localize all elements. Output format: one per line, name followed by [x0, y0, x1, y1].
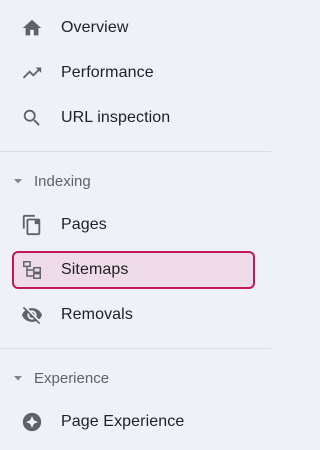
divider	[0, 348, 271, 349]
section-header-experience[interactable]: Experience	[0, 363, 271, 393]
search-icon	[21, 107, 43, 129]
pages-icon	[21, 214, 43, 236]
sidebar-item-label: Performance	[61, 64, 154, 81]
sidebar-item-performance[interactable]: Performance	[0, 53, 271, 93]
sidebar-item-removals[interactable]: Removals	[0, 295, 271, 335]
sidebar-item-label: Sitemaps	[61, 261, 129, 278]
sidebar-item-overview[interactable]: Overview	[0, 8, 271, 48]
sidebar-item-label: Overview	[61, 19, 129, 36]
home-icon	[21, 17, 43, 39]
trending-up-icon	[21, 62, 43, 84]
sidebar-item-sitemaps[interactable]: Sitemaps	[0, 250, 271, 290]
caret-down-icon	[12, 175, 24, 187]
sidebar-item-label: Removals	[61, 306, 133, 323]
sidebar-item-label: URL inspection	[61, 109, 171, 126]
sidebar-item-page-experience[interactable]: Page Experience	[0, 402, 271, 442]
visibility-off-icon	[21, 304, 43, 326]
sidebar-item-pages[interactable]: Pages	[0, 205, 271, 245]
sidebar-item-label: Page Experience	[61, 413, 185, 430]
section-header-label: Experience	[34, 369, 110, 387]
page-experience-icon	[21, 411, 43, 433]
sidebar-item-label: Pages	[61, 216, 107, 233]
sitemap-icon	[21, 259, 43, 281]
section-header-label: Indexing	[34, 172, 91, 190]
sidebar-nav: Overview Performance URL inspection Inde…	[0, 0, 271, 450]
section-header-indexing[interactable]: Indexing	[0, 166, 271, 196]
sidebar-item-url-inspection[interactable]: URL inspection	[0, 98, 271, 138]
divider	[0, 151, 271, 152]
caret-down-icon	[12, 372, 24, 384]
